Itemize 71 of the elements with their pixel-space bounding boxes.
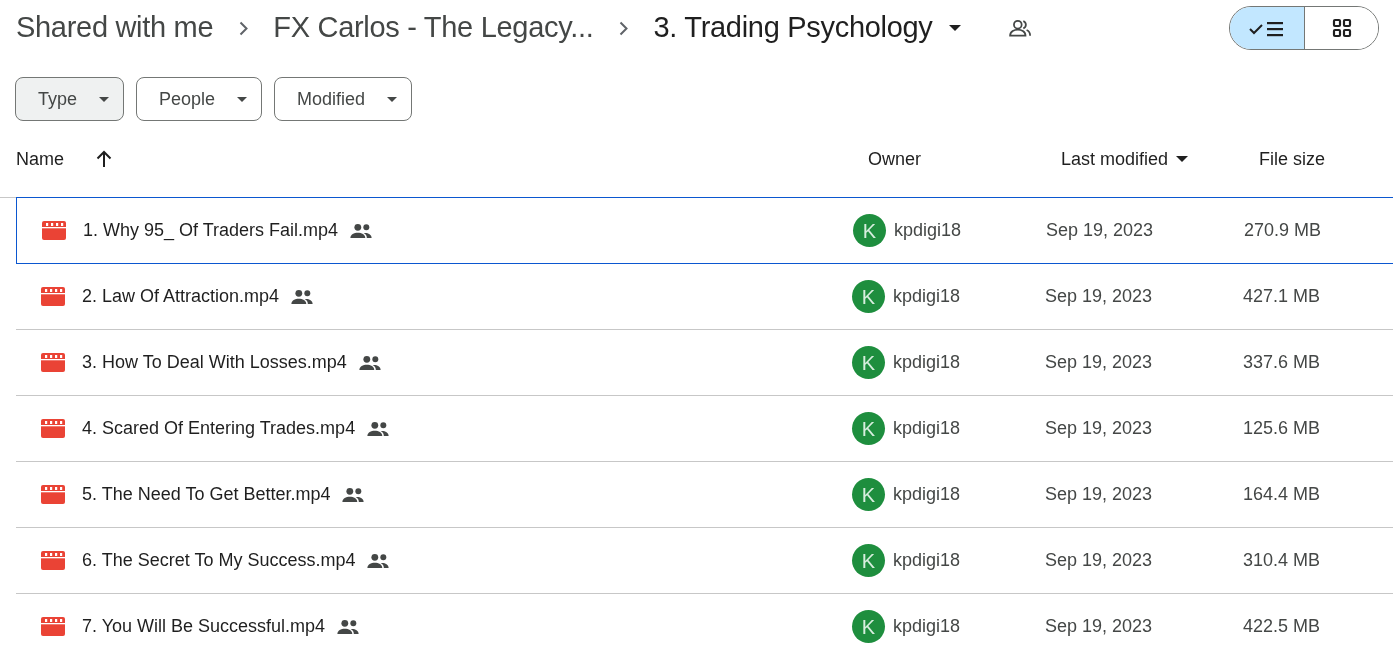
- video-file-icon: [41, 617, 65, 636]
- breadcrumb-link[interactable]: 3. Trading Psychology: [653, 6, 961, 50]
- video-file-icon: [41, 287, 65, 306]
- owner-name: kpdigi18: [893, 549, 961, 572]
- modified-date: Sep 19, 2023: [1045, 352, 1153, 372]
- modified-date: Sep 19, 2023: [1046, 220, 1154, 240]
- modified-date: Sep 19, 2023: [1045, 286, 1153, 306]
- file-row[interactable]: 2. Law Of Attraction.mp4 K kpdigi18 Sep 19, 2023 427.1 MB: [16, 264, 1393, 330]
- caret-icon: [237, 96, 248, 102]
- avatar: K: [852, 346, 885, 379]
- caret-icon: [1176, 156, 1189, 162]
- avatar: K: [852, 280, 885, 313]
- filter-chip[interactable]: People: [136, 77, 263, 121]
- file-row[interactable]: 6. The Secret To My Success.mp4 K kpdigi18 Sep 19, 2023 310.4 MB: [16, 528, 1393, 594]
- avatar: K: [853, 214, 886, 247]
- column-header[interactable]: Name: [16, 145, 868, 173]
- chevron-right-icon: [238, 20, 248, 36]
- owner-name: kpdigi18: [893, 351, 961, 374]
- file-name: 2. Law Of Attraction.mp4: [82, 285, 280, 308]
- avatar: K: [852, 610, 885, 643]
- file-name: 7. You Will Be Successful.mp4: [82, 615, 326, 638]
- owner-name: kpdigi18: [893, 417, 961, 440]
- file-name: 3. How To Deal With Losses.mp4: [82, 351, 347, 374]
- filter-chip[interactable]: Modified: [274, 77, 413, 121]
- modified-date: Sep 19, 2023: [1045, 616, 1153, 636]
- file-row[interactable]: 3. How To Deal With Losses.mp4 K kpdigi18 Sep 19, 2023 337.6 MB: [16, 330, 1393, 396]
- file-row[interactable]: 7. You Will Be Successful.mp4 K kpdigi18 Sep 19, 2023 422.5 MB: [16, 594, 1393, 656]
- file-size: 164.4 MB: [1243, 484, 1321, 504]
- file-size: 422.5 MB: [1243, 616, 1321, 636]
- avatar: K: [852, 478, 885, 511]
- modified-date: Sep 19, 2023: [1045, 550, 1153, 570]
- file-name: 4. Scared Of Entering Trades.mp4: [82, 417, 356, 440]
- chevron-right-icon: [619, 20, 629, 36]
- file-name: 6. The Secret To My Success.mp4: [82, 549, 356, 572]
- breadcrumb-link[interactable]: FX Carlos - The Legacy...: [273, 6, 594, 50]
- breadcrumb-link[interactable]: Shared with me: [16, 6, 214, 50]
- video-file-icon: [41, 353, 65, 372]
- modified-date: Sep 19, 2023: [1045, 418, 1153, 438]
- modified-date: Sep 19, 2023: [1045, 484, 1153, 504]
- grid-view-icon: [1331, 18, 1352, 38]
- column-header[interactable]: Owner: [868, 145, 1061, 173]
- video-file-icon: [42, 221, 66, 240]
- avatar: K: [852, 544, 885, 577]
- view-toggle-button[interactable]: [1230, 7, 1304, 49]
- avatar: K: [852, 412, 885, 445]
- file-size: 310.4 MB: [1243, 550, 1321, 570]
- caret-icon: [99, 96, 110, 102]
- file-row[interactable]: 5. The Need To Get Better.mp4 K kpdigi18 Sep 19, 2023 164.4 MB: [16, 462, 1393, 528]
- owner-name: kpdigi18: [893, 285, 961, 308]
- people-icon: [1008, 19, 1031, 37]
- file-row[interactable]: 4. Scared Of Entering Trades.mp4 K kpdigi18 Sep 19, 2023 125.6 MB: [16, 396, 1393, 462]
- file-name: 5. The Need To Get Better.mp4: [82, 483, 331, 506]
- view-toggle-button[interactable]: [1304, 7, 1378, 49]
- file-size: 427.1 MB: [1243, 286, 1321, 306]
- file-size: 270.9 MB: [1244, 220, 1322, 240]
- video-file-icon: [41, 485, 65, 504]
- file-row[interactable]: 1. Why 95_ Of Traders Fail.mp4 K kpdigi18 Sep 19, 2023 270.9 MB: [16, 197, 1393, 264]
- sort-arrow-icon: [96, 150, 112, 168]
- owner-name: kpdigi18: [894, 219, 962, 242]
- file-name: 1. Why 95_ Of Traders Fail.mp4: [83, 219, 339, 243]
- video-file-icon: [41, 419, 65, 438]
- file-size: 337.6 MB: [1243, 352, 1321, 372]
- column-header[interactable]: Last modified: [1061, 145, 1259, 173]
- filter-chip[interactable]: Type: [15, 77, 125, 121]
- owner-name: kpdigi18: [893, 483, 961, 506]
- owner-name: kpdigi18: [893, 615, 961, 638]
- caret-icon: [948, 25, 961, 31]
- caret-icon: [387, 96, 398, 102]
- column-header[interactable]: File size: [1259, 145, 1393, 173]
- video-file-icon: [41, 551, 65, 570]
- file-size: 125.6 MB: [1243, 418, 1321, 438]
